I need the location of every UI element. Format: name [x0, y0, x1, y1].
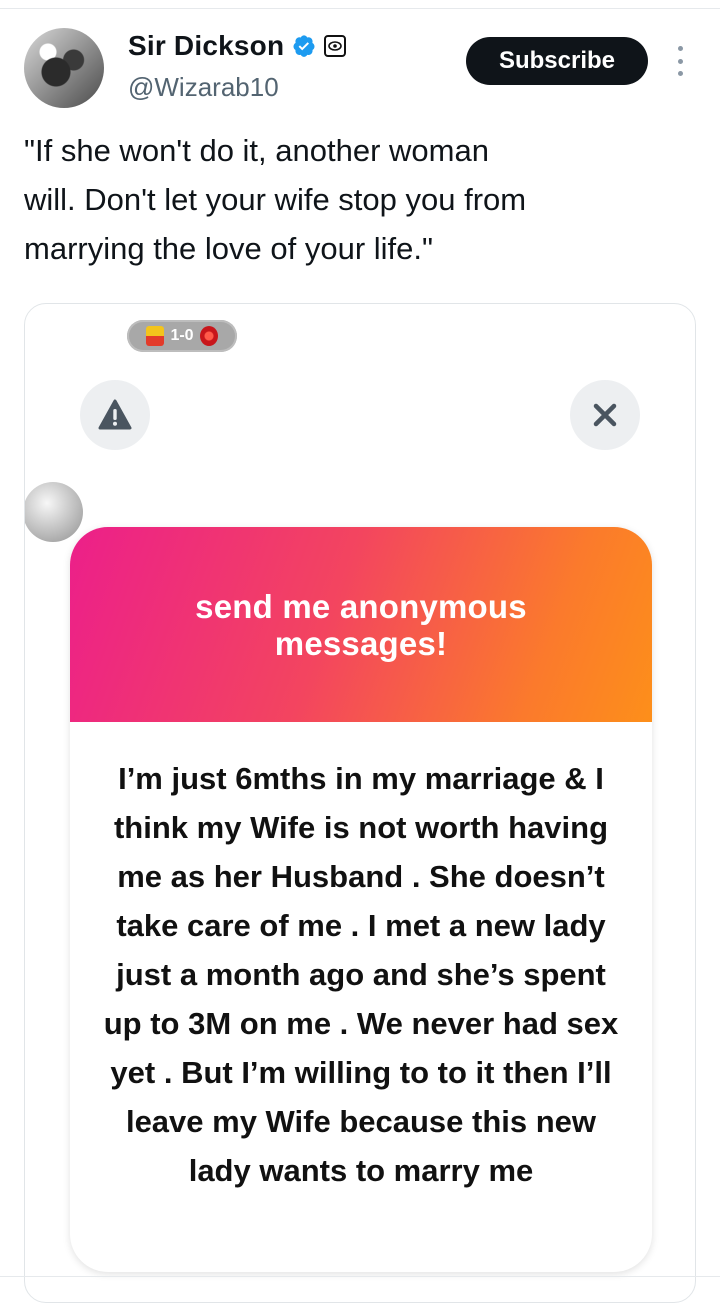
- ngl-card-header: send me anonymous messages!: [70, 527, 652, 722]
- warning-icon: [98, 399, 132, 430]
- profile-dot: [25, 482, 83, 542]
- verified-badge-icon: [293, 35, 315, 57]
- avatar[interactable]: [24, 28, 104, 108]
- score-pill: 1-0: [127, 320, 237, 352]
- score-text: 1-0: [170, 327, 194, 344]
- subscribe-button[interactable]: Subscribe: [466, 37, 648, 85]
- home-team-crest-icon: [146, 326, 165, 346]
- author-handle[interactable]: @Wizarab10: [128, 72, 279, 103]
- bottom-divider: [0, 1276, 720, 1277]
- author-name-row: Sir Dickson: [128, 30, 347, 62]
- ngl-message-text: I’m just 6mths in my marriage & I think …: [103, 761, 619, 1188]
- tweet-media[interactable]: 1-0 send me anonymous messages! I’m just…: [24, 303, 696, 1303]
- close-button[interactable]: [570, 380, 640, 450]
- ngl-header-text: send me anonymous messages!: [195, 587, 527, 662]
- tweet-text: "If she won't do it, another woman will.…: [24, 133, 527, 266]
- anonymous-message-card: send me anonymous messages! I’m just 6mt…: [70, 527, 652, 1272]
- top-divider: [0, 8, 720, 9]
- more-options-icon[interactable]: [670, 46, 690, 76]
- report-button[interactable]: [80, 380, 150, 450]
- close-icon: [593, 403, 617, 427]
- affiliate-badge-icon: [324, 35, 347, 57]
- author-name[interactable]: Sir Dickson: [128, 30, 284, 62]
- away-team-crest-icon: [199, 326, 218, 346]
